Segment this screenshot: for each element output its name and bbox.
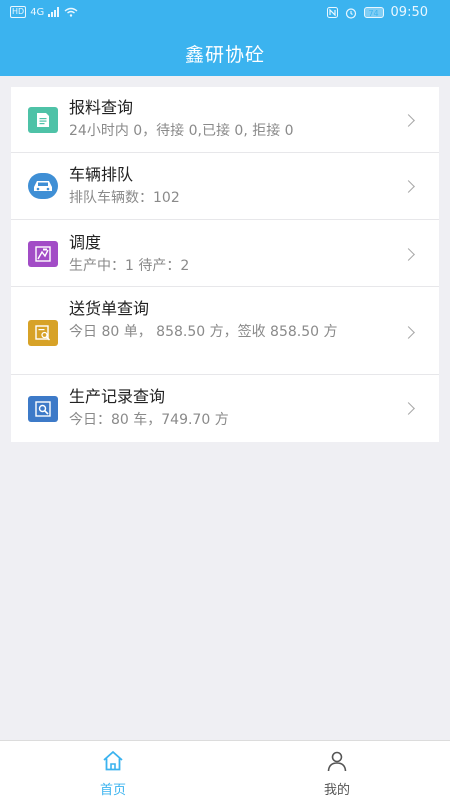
document-icon [28,107,58,133]
network-type: 4G [30,6,45,18]
tab-home[interactable]: 首页 [63,741,163,801]
menu-card: 报料查询 24小时内 0，待接 0,已接 0, 拒接 0 车辆排队 排队车辆数：… [11,87,439,442]
menu-item-title: 车辆排队 [69,165,134,184]
chevron-right-icon [402,402,415,415]
menu-item-title: 生产记录查询 [69,387,166,406]
chevron-right-icon [402,114,415,127]
tab-home-label: 首页 [99,783,126,798]
menu-item-subtitle: 24小时内 0，待接 0,已接 0, 拒接 0 [69,123,294,139]
chevron-right-icon [402,326,415,339]
signal-icon [48,7,60,17]
nfc-icon [326,7,338,18]
menu-item-text: 车辆排队 排队车辆数：102 [69,164,399,209]
car-icon [28,173,58,199]
menu-item-subtitle: 排队车辆数：102 [69,190,180,206]
menu-item-vehicle-queue[interactable]: 车辆排队 排队车辆数：102 [11,153,439,220]
menu-item-subtitle: 今日 80 单， 858.50 方，签收 858.50 方 [69,324,338,340]
production-search-icon [28,396,58,422]
menu-item-title: 调度 [69,233,102,252]
menu-item-title: 报料查询 [69,98,134,117]
status-bar-left: HD 4G [10,6,78,18]
status-bar-right: 74 09:50 [326,5,428,20]
battery-indicator: 74 [363,7,384,18]
tab-mine-label: 我的 [323,783,350,798]
menu-item-text: 送货单查询 今日 80 单， 858.50 方，签收 858.50 方 [69,298,399,343]
wifi-icon [64,7,78,17]
hd-badge: HD [10,6,27,18]
bottom-tab-bar: 首页 我的 [0,740,450,801]
chevron-right-icon [402,180,415,193]
user-icon [327,751,347,772]
status-bar: HD 4G 74 09:50 [0,0,450,28]
menu-item-production-query[interactable]: 生产记录查询 今日：80 车，749.70 方 [11,375,439,442]
menu-item-subtitle: 今日：80 车，749.70 方 [69,412,229,428]
menu-item-title: 送货单查询 [69,299,150,318]
chevron-right-icon [402,248,415,261]
menu-item-dispatch[interactable]: 调度 生产中：1 待产：2 [11,220,439,287]
alarm-icon [345,7,356,19]
menu-item-subtitle: 生产中：1 待产：2 [69,258,190,274]
menu-item-text: 报料查询 24小时内 0，待接 0,已接 0, 拒接 0 [69,97,399,142]
tab-mine[interactable]: 我的 [287,741,387,801]
dispatch-icon [28,241,58,267]
page-title: 鑫研协砼 [184,44,265,66]
clock: 09:50 [390,5,428,20]
menu-item-material-query[interactable]: 报料查询 24小时内 0，待接 0,已接 0, 拒接 0 [11,87,439,153]
home-icon [103,751,123,771]
delivery-search-icon [28,320,58,346]
menu-item-delivery-query[interactable]: 送货单查询 今日 80 单， 858.50 方，签收 858.50 方 [11,287,439,375]
menu-item-text: 生产记录查询 今日：80 车，749.70 方 [69,386,399,431]
menu-item-text: 调度 生产中：1 待产：2 [69,232,399,277]
top-bar: HD 4G 74 09:50 鑫研协砼 [0,0,450,76]
